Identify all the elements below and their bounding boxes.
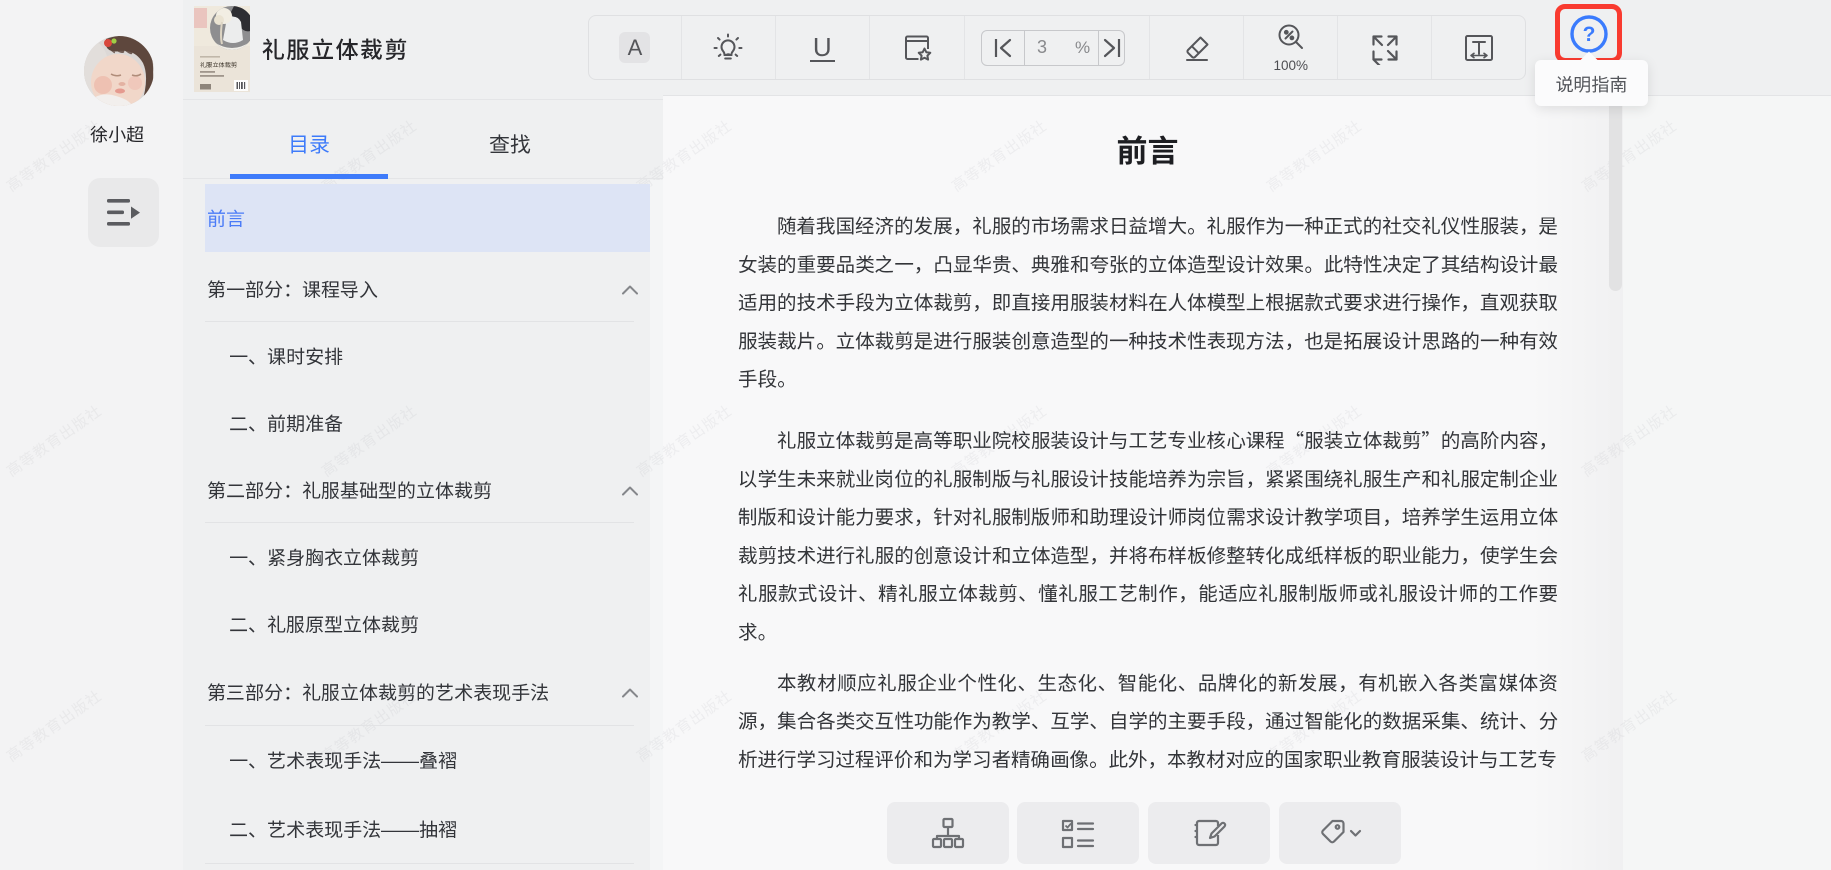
svg-text:?: ? (1582, 23, 1595, 46)
svg-text:礼服立体裁剪: 礼服立体裁剪 (200, 60, 237, 69)
